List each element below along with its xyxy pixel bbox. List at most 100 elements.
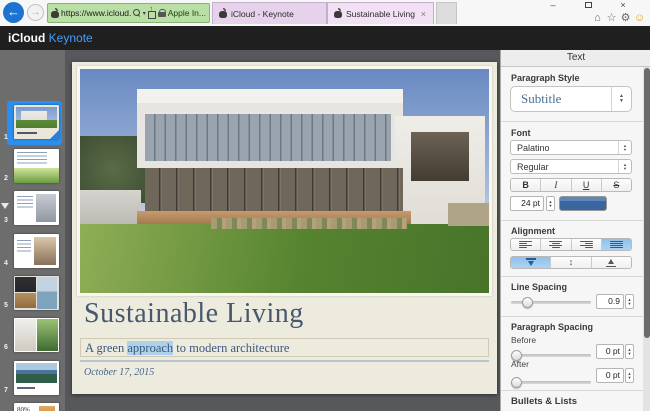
slide-subtitle-textbox[interactable]: A green approach to modern architecture: [80, 338, 489, 357]
slide-thumbnail-3[interactable]: [14, 191, 59, 225]
line-spacing-slider[interactable]: [511, 301, 591, 304]
slide-thumbnail-5[interactable]: [14, 276, 59, 310]
divider: [501, 316, 643, 317]
stepper[interactable]: ▲▼: [618, 141, 631, 154]
slide-title[interactable]: Sustainable Living: [84, 298, 304, 330]
slide-thumbnail-4[interactable]: [14, 234, 59, 268]
font-family-value: Palatino: [511, 143, 618, 153]
before-spacing-input[interactable]: 0 pt: [596, 344, 624, 359]
align-left-icon: [519, 241, 532, 249]
tab-close-icon[interactable]: ×: [420, 9, 427, 19]
back-icon: ←: [7, 4, 20, 19]
panel-scrollbar-thumb[interactable]: [644, 68, 650, 338]
browser-chrome: ← → https://www.icloud.com/1 ▾ Apple In.…: [0, 0, 650, 26]
slide-navigator: 1 2 3 4 5 6 7 80% 8 +: [0, 50, 65, 411]
security-lock-icon[interactable]: [158, 9, 166, 18]
align-top-icon: [526, 258, 536, 267]
tab-title: iCloud - Keynote: [231, 9, 320, 19]
favorites-button[interactable]: ☆: [605, 12, 618, 25]
slide-thumbnail-1[interactable]: [14, 105, 59, 139]
align-justify-button[interactable]: [602, 239, 631, 250]
after-spacing-slider[interactable]: [511, 381, 591, 384]
new-tab-button[interactable]: [436, 2, 457, 24]
stepper-down-icon: ▼: [628, 302, 632, 306]
forward-button[interactable]: →: [27, 4, 44, 21]
maximize-icon: [585, 2, 592, 8]
align-middle-button[interactable]: ↕: [551, 257, 591, 268]
slide-thumbnail-8[interactable]: 80%: [14, 403, 59, 411]
settings-button[interactable]: ⚙: [619, 12, 632, 25]
inspector-tab-text[interactable]: Text: [501, 50, 650, 67]
slide-number: 3: [4, 217, 15, 224]
font-family-select[interactable]: Palatino ▲▼: [510, 140, 632, 155]
stepper-down-icon: ▼: [549, 204, 553, 208]
slide-number: 1: [4, 134, 15, 141]
slide-thumbnail-6[interactable]: [14, 318, 59, 352]
font-size-stepper[interactable]: ▲▼: [546, 196, 555, 211]
before-spacing-stepper[interactable]: ▲▼: [625, 344, 634, 359]
subtitle-text: A green: [85, 341, 127, 355]
slide-thumbnail-2[interactable]: [14, 149, 59, 183]
back-button[interactable]: ←: [3, 2, 24, 23]
tab-sustainable-living[interactable]: Sustainable Living ×: [327, 2, 434, 24]
align-top-button[interactable]: [511, 257, 551, 268]
after-spacing-stepper[interactable]: ▲▼: [625, 368, 634, 383]
slide-date[interactable]: October 17, 2015: [84, 367, 154, 378]
alignment-label: Alignment: [511, 226, 555, 236]
photo-frame[interactable]: [77, 66, 492, 296]
slide-editor[interactable]: Sustainable Living A green approach to m…: [72, 62, 497, 394]
font-label: Font: [511, 128, 531, 138]
before-spacing-slider[interactable]: [511, 354, 591, 357]
paragraph-style-value: Subtitle: [511, 91, 611, 107]
slider-thumb[interactable]: [522, 297, 533, 308]
bullets-lists-section[interactable]: Bullets & Lists: [511, 396, 577, 407]
divider: [501, 390, 643, 391]
align-right-button[interactable]: [572, 239, 602, 250]
underline-button[interactable]: U: [572, 179, 602, 191]
certificate-name[interactable]: Apple In...: [168, 8, 206, 18]
align-center-button[interactable]: [541, 239, 571, 250]
stepper-down-icon: ▼: [628, 376, 632, 380]
url-text[interactable]: https://www.icloud.com/1: [61, 8, 131, 18]
line-spacing-stepper[interactable]: ▲▼: [625, 294, 634, 309]
close-window-button[interactable]: ×: [616, 0, 630, 11]
paragraph-style-label: Paragraph Style: [511, 73, 580, 83]
page-actions-icon[interactable]: [148, 9, 156, 18]
disclosure-triangle-icon[interactable]: [1, 203, 9, 209]
align-justify-icon: [610, 241, 623, 249]
bold-button[interactable]: B: [511, 179, 541, 191]
slide-thumbnail-7[interactable]: [14, 361, 59, 395]
brand-icloud: iCloud: [8, 31, 45, 45]
divider: [501, 276, 643, 277]
align-left-button[interactable]: [511, 239, 541, 250]
feedback-button[interactable]: ☺: [633, 12, 646, 25]
italic-button[interactable]: I: [541, 179, 571, 191]
text-color-well[interactable]: [559, 196, 607, 211]
address-bar[interactable]: https://www.icloud.com/1 ▾ Apple In...: [47, 3, 210, 23]
line-spacing-label: Line Spacing: [511, 282, 567, 292]
after-spacing-input[interactable]: 0 pt: [596, 368, 624, 383]
address-dropdown-icon[interactable]: ▾: [143, 10, 146, 17]
home-button[interactable]: ⌂: [591, 12, 604, 25]
line-spacing-input[interactable]: 0.9: [596, 294, 624, 309]
search-icon[interactable]: [133, 9, 141, 17]
stepper[interactable]: ▲▼: [618, 160, 631, 173]
align-bottom-button[interactable]: [592, 257, 631, 268]
maximize-button[interactable]: [581, 0, 595, 11]
divider: [501, 121, 643, 122]
subtitle-text: to modern architecture: [173, 341, 289, 355]
slider-thumb[interactable]: [511, 377, 522, 388]
media-corner-icon: [50, 130, 59, 139]
tab-icloud-keynote[interactable]: iCloud - Keynote: [212, 2, 327, 24]
tab-title: Sustainable Living: [346, 9, 416, 19]
smiley-icon: ☺: [634, 12, 645, 24]
gear-icon: ⚙: [621, 12, 631, 24]
before-label: Before: [511, 335, 536, 345]
stepper[interactable]: ▲▼: [611, 87, 631, 111]
text-format-group: B I U S: [510, 178, 632, 192]
strikethrough-button[interactable]: S: [602, 179, 631, 191]
font-style-select[interactable]: Regular ▲▼: [510, 159, 632, 174]
font-size-input[interactable]: 24 pt: [510, 196, 544, 211]
minimize-button[interactable]: –: [546, 0, 560, 11]
paragraph-style-select[interactable]: Subtitle ▲▼: [510, 86, 632, 112]
